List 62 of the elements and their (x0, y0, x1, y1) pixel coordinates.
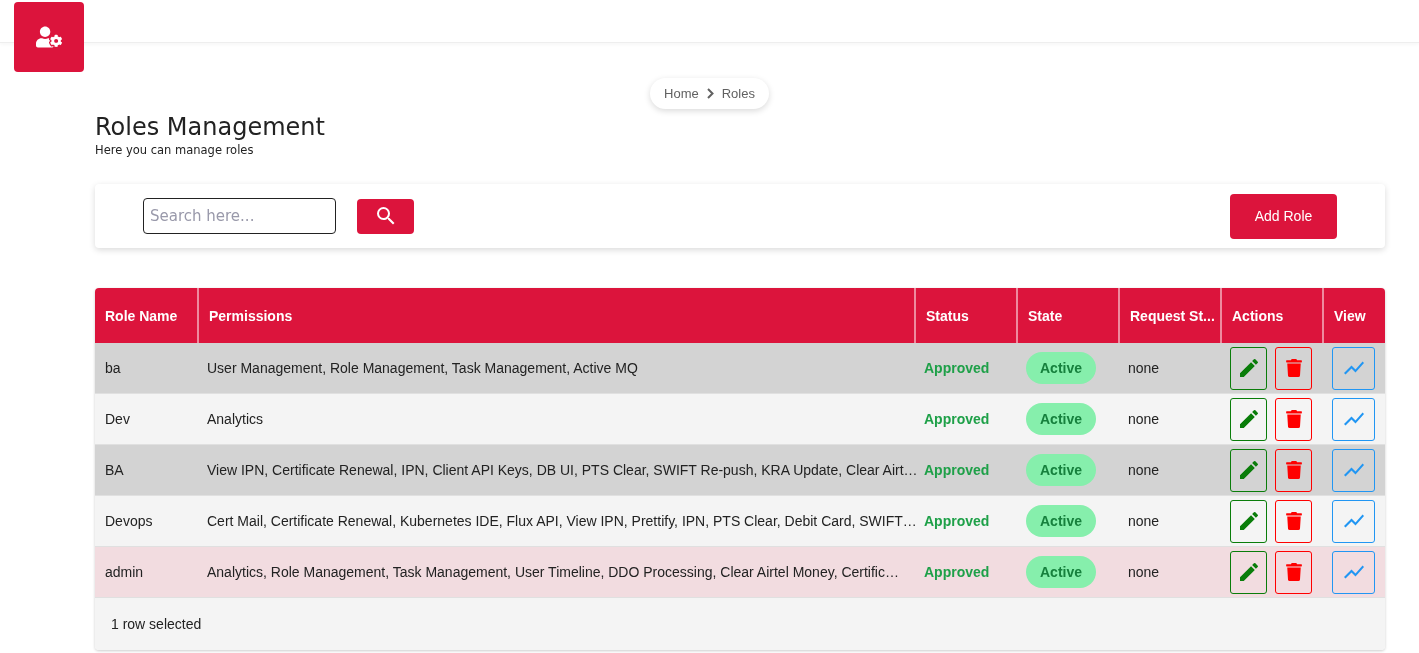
table-cell-text: none (1127, 461, 1161, 480)
delete-button[interactable] (1275, 346, 1312, 390)
status-text: Approved (924, 564, 990, 580)
page-title: Roles Management (95, 113, 326, 141)
search-field[interactable]: Search here... (143, 198, 336, 234)
view-button[interactable] (1332, 397, 1375, 441)
edit-button[interactable] (1230, 499, 1267, 543)
app-logo-tile[interactable] (14, 2, 84, 72)
trash-icon (1284, 461, 1303, 479)
view-button[interactable] (1332, 499, 1375, 543)
table-cell-text: View IPN, Certificate Renewal, IPN, Client API Keys, DB UI, PTS Clear, SWIFT Re-push, KRA Update, Clear Airt… (206, 461, 914, 480)
table-cell-text: none (1127, 563, 1161, 582)
column-header[interactable]: Role Name (95, 288, 197, 343)
search-button[interactable] (357, 198, 414, 234)
view-button[interactable] (1332, 550, 1375, 594)
delete-button[interactable] (1275, 397, 1312, 441)
table-row[interactable]: BA View IPN, Certificate Renewal, IPN, Client API Keys, DB UI, PTS Clear, SWIFT Re-push, KRA Update, Clear Airt… Approved Active none (95, 445, 1385, 496)
table-cell-text: User Management, Role Management, Task Management, Active MQ (206, 359, 639, 378)
state-chip: Active (1026, 403, 1097, 435)
table-cell-text: none (1127, 359, 1161, 378)
view-button[interactable] (1332, 448, 1375, 492)
status-text: Approved (924, 360, 990, 376)
table-cell-text: Analytics, Role Management, Task Management, User Timeline, DDO Processing, Clear Airtel Money, Certific… (206, 563, 900, 582)
table-cell-text: admin (104, 563, 145, 582)
edit-button[interactable] (1230, 448, 1267, 492)
trash-icon (1284, 563, 1303, 581)
table-cell-text: BA (104, 461, 125, 480)
trash-icon (1284, 512, 1303, 530)
delete-button[interactable] (1275, 448, 1312, 492)
add-role-button[interactable]: Add Role (1230, 193, 1337, 239)
table-cell-text: none (1127, 410, 1161, 429)
status-text: Approved (924, 411, 990, 427)
table-row[interactable]: Devops Cert Mail, Certificate Renewal, Kubernetes IDE, Flux API, View IPN, Prettify, IPN, PTS Clear, Debit Card, SWIFT… Approved Active none (95, 496, 1385, 547)
view-button[interactable] (1332, 346, 1375, 390)
table-footer-text: 1 row selected (95, 598, 1385, 650)
chevron-icon (706, 88, 714, 99)
delete-button[interactable] (1275, 499, 1312, 543)
table-row[interactable]: admin Analytics, Role Management, Task Management, User Timeline, DDO Processing, Clear Airtel Money, Certific… Approved Active none (95, 547, 1385, 598)
edit-button[interactable] (1230, 346, 1267, 390)
table-row[interactable]: Dev Analytics Approved Active none (95, 394, 1385, 445)
edit-button[interactable] (1230, 397, 1267, 441)
status-text: Approved (924, 462, 990, 478)
trash-icon (1284, 359, 1303, 377)
table-cell-text: ba (104, 359, 122, 378)
table-row[interactable]: ba User Management, Role Management, Task Management, Active MQ Approved Active none (95, 343, 1385, 394)
user-gear-icon (36, 24, 62, 50)
state-chip: Active (1026, 505, 1097, 537)
state-chip: Active (1026, 454, 1097, 486)
delete-button[interactable] (1275, 550, 1312, 594)
page-subtitle: Here you can manage roles (95, 143, 255, 157)
breadcrumb-link[interactable]: Home (664, 86, 699, 101)
table-cell-text: Cert Mail, Certificate Renewal, Kubernetes IDE, Flux API, View IPN, Prettify, IPN, PTS Clear, Debit Card, SWIFT… (206, 512, 914, 531)
breadcrumb-link[interactable]: Roles (721, 86, 755, 101)
table-cell-text: none (1127, 512, 1161, 531)
state-chip: Active (1026, 352, 1097, 384)
trash-icon (1284, 410, 1303, 428)
status-text: Approved (924, 513, 990, 529)
table-cell-text: Analytics (206, 410, 265, 429)
state-chip: Active (1026, 556, 1097, 588)
edit-button[interactable] (1230, 550, 1267, 594)
table-cell-text: Devops (104, 512, 154, 531)
table-cell-text: Dev (104, 410, 131, 429)
